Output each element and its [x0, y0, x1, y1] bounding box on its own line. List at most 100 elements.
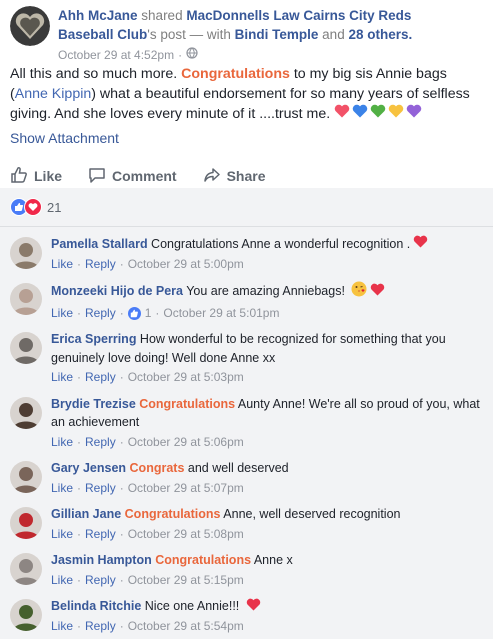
post-body-part-1: All this and so much more. — [10, 66, 182, 82]
comment-reply-link[interactable]: Reply — [85, 368, 116, 387]
commenter-name[interactable]: Erica Sperring — [51, 332, 136, 346]
post-timestamp[interactable]: October 29 at 4:52pm — [58, 46, 174, 65]
post-header: Ahh McJane shared MacDonnells Law Cairns… — [0, 0, 493, 62]
comment-timestamp[interactable]: October 29 at 5:03pm — [128, 368, 244, 387]
separator-dot: · — [77, 572, 82, 587]
comment-text: You are amazing Anniebags! — [182, 284, 349, 299]
comment-like-link[interactable]: Like — [51, 617, 73, 636]
others-link[interactable]: 28 others. — [348, 27, 412, 42]
commenter-avatar[interactable] — [10, 396, 42, 429]
like-label: Like — [34, 168, 63, 185]
heart-icon — [388, 104, 404, 124]
share-arrow-icon — [203, 166, 227, 187]
comment-timestamp[interactable]: October 29 at 5:06pm — [128, 433, 244, 452]
comment-item: Monzeeki Hijo de Pera You are amazing An… — [0, 281, 493, 322]
heart-icon — [413, 235, 428, 254]
share-button[interactable]: Share — [203, 166, 266, 187]
separator-dot: · — [119, 526, 124, 541]
comment-timestamp[interactable]: October 29 at 5:15pm — [128, 571, 244, 590]
author-avatar[interactable] — [10, 6, 50, 46]
separator-dot: · — [77, 256, 82, 271]
comment-like-link[interactable]: Like — [51, 368, 73, 387]
with-text: — with — [185, 27, 235, 42]
comment-timestamp[interactable]: October 29 at 5:07pm — [128, 479, 244, 498]
commenter-name[interactable]: Gary Jensen — [51, 461, 126, 475]
commenter-name[interactable]: Pamella Stallard — [51, 237, 148, 251]
comment-reply-link[interactable]: Reply — [85, 617, 116, 636]
comment-reply-link[interactable]: Reply — [85, 433, 116, 452]
mention-link[interactable]: Anne Kippin — [15, 86, 92, 102]
separator-dot: · — [77, 526, 82, 541]
comment-reply-link[interactable]: Reply — [85, 255, 116, 274]
thumbs-up-icon — [10, 166, 34, 187]
comments-list: Pamella Stallard Congratulations Anne a … — [0, 235, 493, 636]
commenter-name[interactable]: Monzeeki Hijo de Pera — [51, 285, 183, 299]
comment-item: Brydie Trezise Congratulations Aunty Ann… — [0, 395, 493, 452]
heart-icon — [352, 104, 368, 124]
separator-dot: · — [119, 434, 124, 449]
comment-text-rest: and well deserved — [184, 461, 289, 476]
comment-timestamp[interactable]: October 29 at 5:08pm — [128, 525, 244, 544]
like-reaction-icon[interactable] — [127, 304, 141, 323]
commenter-avatar[interactable] — [10, 332, 42, 365]
separator-dot: · — [77, 434, 82, 449]
comment-reply-link[interactable]: Reply — [85, 525, 116, 544]
comment-like-link[interactable]: Like — [51, 525, 73, 544]
comment-highlight-text: Congrats — [129, 461, 185, 476]
reactions-summary[interactable]: 21 — [0, 194, 493, 227]
comment-like-count[interactable]: 1 — [145, 304, 152, 323]
kiss-face-icon — [351, 281, 367, 303]
comment-item: Gillian Jane Congratulations Anne, well … — [0, 505, 493, 543]
comment-like-link[interactable]: Like — [51, 304, 73, 323]
love-reaction-icon — [24, 198, 42, 216]
facebook-post: Ahh McJane shared MacDonnells Law Cairns… — [0, 0, 493, 639]
comment-highlight-text: Congratulations — [139, 396, 236, 411]
comment-item: Gary Jensen Congrats and well deserved Li… — [0, 459, 493, 497]
comment-label: Comment — [112, 168, 177, 185]
commenter-avatar[interactable] — [10, 507, 42, 540]
colored-hearts-emoji — [334, 104, 422, 124]
separator-dot: · — [119, 370, 124, 385]
comment-timestamp[interactable]: October 29 at 5:00pm — [128, 255, 244, 274]
share-label: Share — [226, 168, 266, 185]
author-name[interactable]: Ahh McJane — [58, 8, 138, 23]
commenter-name[interactable]: Belinda Ritchie — [51, 599, 141, 613]
comment-timestamp[interactable]: October 29 at 5:54pm — [128, 617, 244, 636]
comment-button[interactable]: Comment — [88, 166, 177, 187]
comment-reply-link[interactable]: Reply — [85, 304, 116, 323]
comment-like-link[interactable]: Like — [51, 571, 73, 590]
commenter-name[interactable]: Brydie Trezise — [51, 397, 136, 411]
commenter-avatar[interactable] — [10, 283, 42, 316]
commenter-avatar[interactable] — [10, 461, 42, 494]
comment-text: Congratulations Anne a wonderful recogni… — [147, 237, 411, 251]
commenter-avatar[interactable] — [10, 553, 42, 586]
separator-dot: · — [77, 480, 82, 495]
comment-like-link[interactable]: Like — [51, 479, 73, 498]
comment-like-link[interactable]: Like — [51, 255, 73, 274]
heart-icon — [370, 104, 386, 124]
comment-reply-link[interactable]: Reply — [85, 479, 116, 498]
separator-dot: · — [77, 619, 82, 634]
comment-item: Erica Sperring How wonderful to be recog… — [0, 330, 493, 387]
commenter-name[interactable]: Gillian Jane — [51, 507, 121, 521]
commenter-avatar[interactable] — [10, 237, 42, 269]
separator-dot: · — [119, 480, 124, 495]
show-attachment-link[interactable]: Show Attachment — [10, 128, 483, 148]
globe-icon[interactable] — [186, 46, 198, 65]
comment-bubble-icon — [88, 166, 112, 187]
separator-dot: · — [77, 305, 82, 320]
comment-timestamp[interactable]: October 29 at 5:01pm — [163, 304, 279, 323]
comment-text-rest: Anne, well deserved recognition — [220, 507, 401, 522]
source-suffix: 's post — [147, 27, 186, 42]
like-button[interactable]: Like — [10, 166, 62, 187]
separator-dot: · — [119, 305, 124, 320]
commenter-name[interactable]: Jasmin Hampton — [51, 553, 152, 567]
reactions-count[interactable]: 21 — [47, 200, 61, 215]
comment-like-link[interactable]: Like — [51, 433, 73, 452]
comment-reply-link[interactable]: Reply — [85, 571, 116, 590]
tagged-person-link[interactable]: Bindi Temple — [235, 27, 319, 42]
commenter-avatar[interactable] — [10, 599, 42, 632]
comment-item: Belinda Ritchie Nice one Annie!!! Like · R… — [0, 597, 493, 635]
heart-icon — [334, 104, 350, 124]
post-body-highlight: Congratulations — [181, 66, 290, 82]
